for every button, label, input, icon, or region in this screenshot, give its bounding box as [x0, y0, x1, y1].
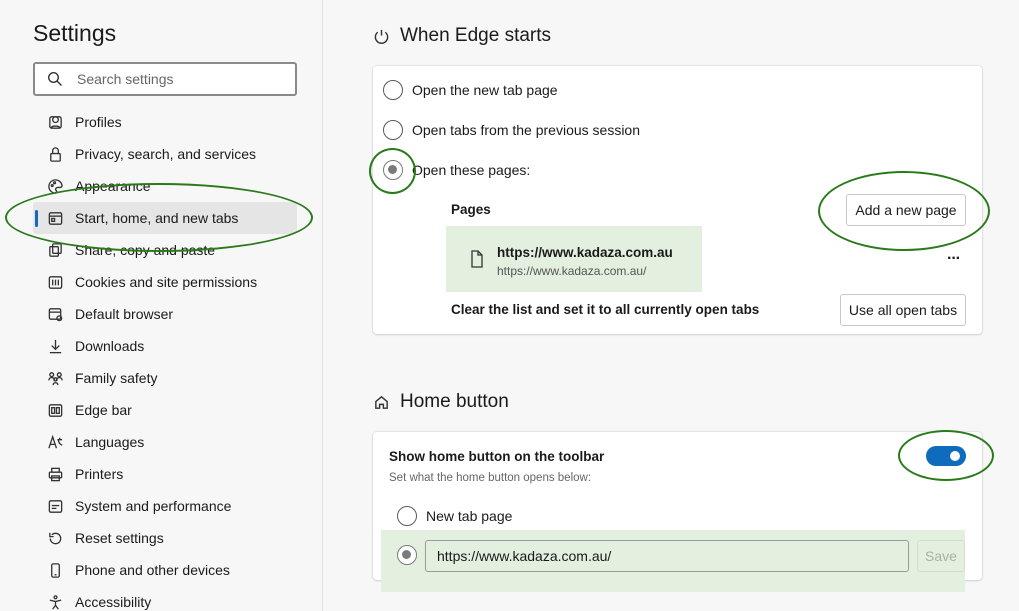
system-icon — [46, 497, 64, 515]
sidebar-item-accessibility[interactable]: Accessibility — [33, 586, 297, 611]
sidebar-item-label: Phone and other devices — [75, 562, 230, 578]
sidebar-item-cookies[interactable]: Cookies and site permissions — [33, 266, 297, 298]
sidebar-item-start-home-new-tabs[interactable]: Start, home, and new tabs — [33, 202, 297, 234]
page-entry-title: https://www.kadaza.com.au — [497, 245, 673, 260]
save-button[interactable]: Save — [917, 540, 965, 572]
sidebar-item-printers[interactable]: Printers — [33, 458, 297, 490]
file-icon — [470, 250, 484, 273]
sidebar-item-label: Printers — [75, 466, 124, 482]
radio-button[interactable] — [397, 506, 417, 526]
sidebar-item-system[interactable]: System and performance — [33, 490, 297, 522]
radio-open-these-pages[interactable]: Open these pages: — [383, 160, 530, 180]
radio-open-previous-session[interactable]: Open tabs from the previous session — [383, 120, 640, 140]
sidebar-item-label: Accessibility — [75, 594, 152, 610]
sidebar-item-label: Appearance — [75, 178, 151, 194]
accessibility-icon — [46, 593, 64, 611]
sidebar-item-label: Downloads — [75, 338, 145, 354]
sidebar: Settings Profiles Privacy, search, and s… — [0, 0, 323, 611]
show-home-button-label: Show home button on the toolbar — [389, 449, 605, 464]
startup-card: Open the new tab page Open tabs from the… — [373, 66, 982, 334]
home-sub-label: Set what the home button opens below: — [389, 472, 592, 484]
section-title-text: When Edge starts — [400, 25, 552, 46]
use-all-open-tabs-button[interactable]: Use all open tabs — [840, 294, 966, 326]
sidebar-item-phone[interactable]: Phone and other devices — [33, 554, 297, 586]
radio-label: Open tabs from the previous session — [412, 122, 641, 138]
sidebar-item-label: Reset settings — [75, 530, 164, 546]
settings-title: Settings — [33, 20, 117, 46]
radio-label: Open the new tab page — [412, 82, 558, 98]
reset-icon — [46, 529, 64, 547]
clear-list-label: Clear the list and set it to all current… — [451, 302, 760, 317]
sidebar-nav: Profiles Privacy, search, and services A… — [33, 106, 297, 611]
radio-label: Open these pages: — [412, 162, 531, 178]
sidebar-item-profiles[interactable]: Profiles — [33, 106, 297, 138]
search-input[interactable] — [77, 71, 277, 87]
printer-icon — [46, 465, 64, 483]
main-content: When Edge starts Open the new tab page O… — [324, 0, 1019, 611]
radio-home-url-selected[interactable] — [397, 545, 417, 565]
sidebar-item-label: Profiles — [75, 114, 122, 130]
page-entry-url: https://www.kadaza.com.au/ — [497, 264, 647, 278]
radio-button[interactable] — [383, 80, 403, 100]
section-title-startup: When Edge starts — [373, 25, 551, 47]
search-box[interactable] — [33, 62, 297, 96]
start-tabs-icon — [46, 209, 64, 227]
sidebar-item-label: Languages — [75, 434, 145, 450]
radio-open-new-tab[interactable]: Open the new tab page — [383, 80, 558, 100]
sidebar-item-label: System and performance — [75, 498, 232, 514]
sidebar-item-appearance[interactable]: Appearance — [33, 170, 297, 202]
sidebar-item-family-safety[interactable]: Family safety — [33, 362, 297, 394]
languages-icon — [46, 433, 64, 451]
home-icon — [375, 395, 388, 409]
home-url-input[interactable]: https://www.kadaza.com.au/ — [425, 540, 909, 572]
sidebar-item-downloads[interactable]: Downloads — [33, 330, 297, 362]
home-url-row: https://www.kadaza.com.au/ Save — [381, 530, 965, 592]
lock-icon — [46, 145, 64, 163]
default-browser-icon — [46, 305, 64, 323]
sidebar-item-edge-bar[interactable]: Edge bar — [33, 394, 297, 426]
phone-icon — [46, 561, 64, 579]
section-title-home-button: Home button — [373, 391, 509, 413]
sidebar-item-default-browser[interactable]: Default browser — [33, 298, 297, 330]
family-icon — [46, 369, 64, 387]
radio-button[interactable] — [383, 120, 403, 140]
share-icon — [46, 241, 64, 259]
radio-home-new-tab[interactable]: New tab page — [397, 506, 512, 526]
edge-bar-icon — [46, 401, 64, 419]
sidebar-item-label: Start, home, and new tabs — [75, 210, 239, 226]
power-icon — [374, 29, 389, 44]
sidebar-item-label: Family safety — [75, 370, 158, 386]
download-icon — [46, 337, 64, 355]
sidebar-item-privacy[interactable]: Privacy, search, and services — [33, 138, 297, 170]
sidebar-item-label: Edge bar — [75, 402, 132, 418]
sidebar-item-share[interactable]: Share, copy and paste — [33, 234, 297, 266]
section-title-text: Home button — [400, 391, 509, 412]
sidebar-item-label: Privacy, search, and services — [75, 146, 257, 162]
cookies-icon — [46, 273, 64, 291]
add-new-page-button[interactable]: Add a new page — [846, 194, 966, 226]
sidebar-item-reset[interactable]: Reset settings — [33, 522, 297, 554]
home-button-toggle[interactable] — [926, 446, 966, 466]
more-options-icon[interactable]: ··· — [947, 250, 961, 268]
radio-label: New tab page — [426, 508, 513, 524]
pages-label: Pages — [451, 202, 491, 217]
sidebar-item-languages[interactable]: Languages — [33, 426, 297, 458]
search-icon — [47, 71, 62, 86]
palette-icon — [46, 177, 64, 195]
sidebar-item-label: Share, copy and paste — [75, 242, 216, 258]
profile-icon — [46, 113, 64, 131]
page-entry[interactable]: https://www.kadaza.com.au https://www.ka… — [446, 226, 702, 292]
sidebar-item-label: Cookies and site permissions — [75, 274, 258, 290]
radio-button-selected[interactable] — [383, 160, 403, 180]
sidebar-item-label: Default browser — [75, 306, 174, 322]
